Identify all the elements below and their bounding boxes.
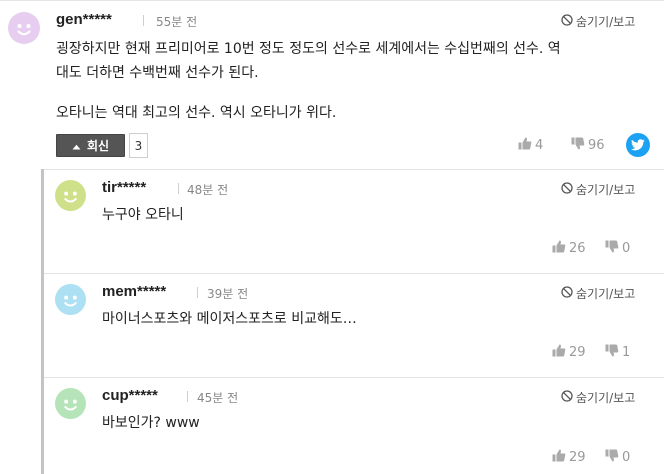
meta-divider — [197, 287, 198, 298]
comment-text-line: 굉장하지만 현재 프리미어로 10번 정도 정도의 선수로 세계에서는 수십번째… — [56, 41, 561, 57]
thumbs-down-icon — [571, 137, 585, 154]
dislike-button[interactable]: 0 — [605, 449, 630, 466]
thumbs-down-icon — [605, 449, 619, 466]
hide-report-link[interactable]: 숨기기/보고 — [561, 389, 635, 406]
top-divider — [0, 0, 664, 1]
thumbs-up-icon — [552, 344, 566, 361]
hide-report-link[interactable]: 숨기기/보고 — [561, 181, 635, 198]
block-icon — [561, 182, 573, 197]
comment-text-line: 오타니는 역대 최고의 선수. 역시 오타니가 위다. — [56, 105, 337, 121]
dislike-count: 1 — [622, 345, 631, 360]
like-button[interactable]: 29 — [552, 344, 586, 361]
comment-text-line: 대도 더하면 수백번째 선수가 된다. — [56, 65, 259, 81]
like-count: 4 — [535, 138, 544, 153]
block-icon — [561, 14, 573, 29]
reply-thread-bar — [41, 169, 44, 474]
username[interactable]: gen***** — [56, 11, 112, 28]
timestamp: 48분 전 — [187, 183, 229, 197]
timestamp: 55분 전 — [156, 15, 198, 29]
like-button[interactable]: 26 — [552, 240, 586, 257]
meta-divider — [187, 391, 188, 402]
twitter-share-button[interactable] — [626, 133, 650, 157]
dislike-button[interactable]: 1 — [605, 344, 630, 361]
reply-divider — [44, 169, 664, 170]
hide-report-label: 숨기기/보고 — [576, 15, 636, 29]
thumbs-down-icon — [605, 240, 619, 257]
like-button[interactable]: 29 — [552, 449, 586, 466]
block-icon — [561, 286, 573, 301]
hide-report-label: 숨기기/보고 — [576, 183, 636, 197]
comment-text: 마이너스포츠와 메이저스포츠로 비교해도… — [102, 311, 357, 327]
comment-text: 바보인가? www — [102, 415, 200, 431]
reply-divider — [44, 377, 664, 378]
hide-report-link[interactable]: 숨기기/보고 — [561, 13, 635, 30]
twitter-icon — [631, 136, 645, 155]
like-count: 29 — [569, 450, 586, 465]
dislike-count: 96 — [588, 138, 605, 153]
hide-report-link[interactable]: 숨기기/보고 — [561, 285, 635, 302]
meta-divider — [178, 183, 179, 194]
reply-label: 회신 — [86, 139, 110, 153]
username[interactable]: cup***** — [102, 387, 158, 404]
avatar[interactable] — [8, 12, 40, 44]
avatar[interactable] — [55, 284, 86, 315]
reply-divider — [44, 273, 664, 274]
avatar[interactable] — [55, 388, 86, 419]
like-count: 29 — [569, 345, 586, 360]
dislike-count: 0 — [622, 450, 631, 465]
thumbs-up-icon — [552, 240, 566, 257]
meta-divider — [143, 15, 144, 26]
like-count: 26 — [569, 241, 586, 256]
username[interactable]: tir***** — [102, 179, 146, 196]
hide-report-label: 숨기기/보고 — [576, 287, 636, 301]
reply-count: 3 — [129, 133, 148, 158]
comment-text: 누구야 오타니 — [102, 207, 184, 223]
thumbs-up-icon — [552, 449, 566, 466]
caret-up-icon — [72, 139, 81, 153]
username[interactable]: mem***** — [102, 283, 166, 300]
hide-report-label: 숨기기/보고 — [576, 391, 636, 405]
timestamp: 39분 전 — [207, 287, 249, 301]
block-icon — [561, 390, 573, 405]
timestamp: 45분 전 — [197, 391, 239, 405]
dislike-button[interactable]: 96 — [571, 137, 605, 154]
dislike-count: 0 — [622, 241, 631, 256]
reply-button[interactable]: 회신 — [56, 134, 125, 157]
like-button[interactable]: 4 — [518, 137, 543, 154]
thumbs-up-icon — [518, 137, 532, 154]
dislike-button[interactable]: 0 — [605, 240, 630, 257]
avatar[interactable] — [55, 180, 86, 211]
thumbs-down-icon — [605, 344, 619, 361]
